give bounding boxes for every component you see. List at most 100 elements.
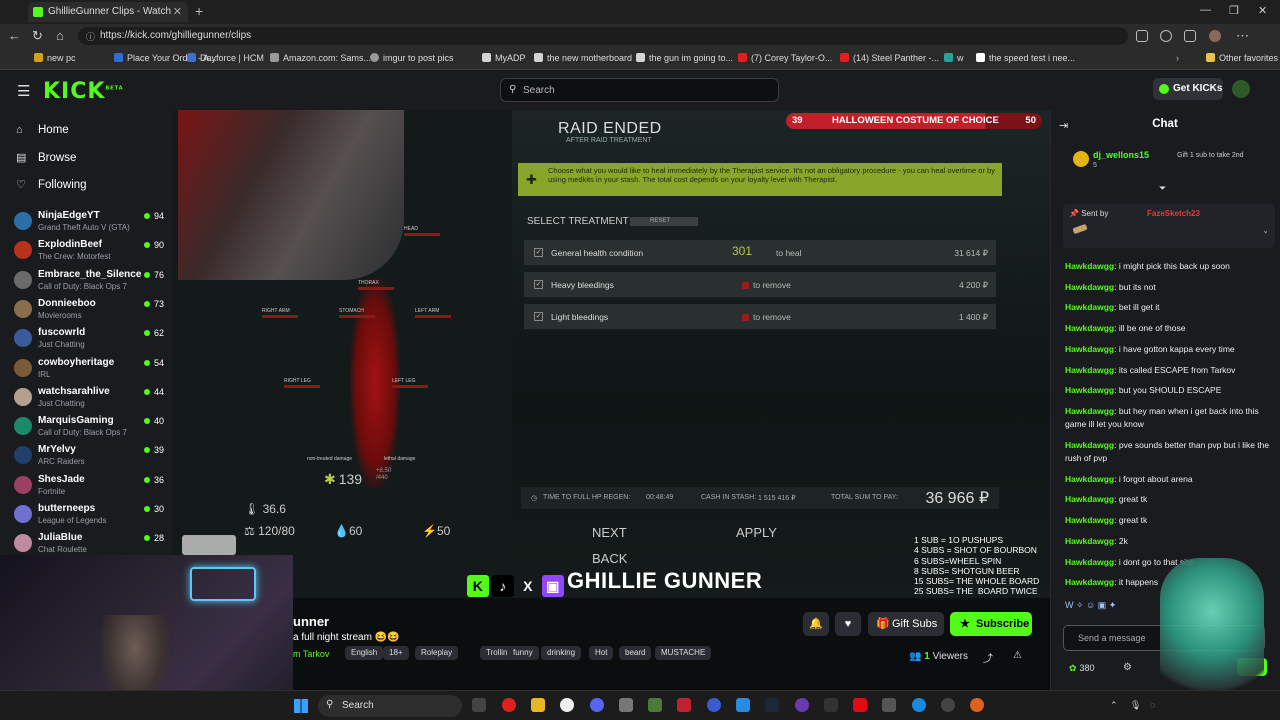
sidebar-channel[interactable]: Donnieeboo Movierooms 73	[14, 297, 164, 325]
reset-button[interactable]: RESET	[630, 217, 698, 226]
sidebar-item-following[interactable]: ♡ Following	[16, 178, 87, 191]
treatment-checkbox[interactable]: ✓	[534, 248, 543, 257]
task-view-icon[interactable]	[472, 698, 486, 712]
chat-username[interactable]: Hawkdawgg	[1065, 261, 1114, 271]
chat-username[interactable]: Hawkdawgg	[1065, 365, 1114, 375]
refresh-icon[interactable]: ↻	[32, 28, 43, 44]
stream-tag[interactable]: Roleplay	[415, 646, 459, 660]
user-avatar[interactable]	[1232, 80, 1250, 98]
channel-points[interactable]: ✿ 380	[1069, 663, 1095, 674]
sidebar-channel[interactable]: NinjaEdgeYT Grand Theft Auto V (GTA) 94	[14, 209, 164, 237]
chat-username[interactable]: Hawkdawgg	[1065, 494, 1114, 504]
chat-username[interactable]: Hawkdawgg	[1065, 282, 1114, 292]
chat-username[interactable]: Hawkdawgg	[1065, 323, 1114, 333]
chat-username[interactable]: Hawkdawgg	[1065, 474, 1114, 484]
sent-by-user[interactable]: FazeSketch23	[1147, 209, 1200, 218]
app-icon[interactable]	[970, 698, 984, 712]
browser-tab[interactable]: GhillieGunner Clips - Watch ✕	[28, 2, 188, 22]
file-explorer-icon[interactable]	[531, 698, 545, 712]
new-tab-icon[interactable]: +	[195, 3, 203, 19]
bookmark-item[interactable]: imgur to post pics	[370, 53, 454, 63]
apply-button[interactable]: APPLY	[736, 525, 777, 540]
chat-settings-icon[interactable]: ⚙	[1123, 662, 1132, 673]
sidebar-item-browse[interactable]: ▤ Browse	[16, 151, 76, 164]
settings-icon[interactable]	[1160, 30, 1172, 42]
tray-icon[interactable]: ◌	[1150, 700, 1155, 710]
tray-overflow-icon[interactable]: ⌃	[1110, 700, 1118, 711]
url-field[interactable]: ⓘ https://kick.com/ghilliegunner/clips	[78, 27, 1128, 45]
treatment-checkbox[interactable]: ✓	[534, 312, 543, 321]
app-icon[interactable]	[795, 698, 809, 712]
stream-tag[interactable]: MUSTACHE	[655, 646, 712, 660]
bookmark-item[interactable]: (7) Corey Taylor-O...	[738, 53, 832, 63]
kick-logo[interactable]: KICKBETA	[43, 79, 124, 104]
chat-username[interactable]: Hawkdawgg	[1065, 302, 1114, 312]
taskbar-search[interactable]: ⚲ Search	[318, 695, 462, 717]
home-button-icon[interactable]: ⌂	[56, 28, 64, 43]
treatment-row[interactable]: ✓ Heavy bleedings to remove 4 200 ₽	[524, 272, 996, 298]
bookmark-item[interactable]: new pc	[34, 53, 76, 63]
report-icon[interactable]: ⚠	[1013, 650, 1022, 661]
more-menu-icon[interactable]: ⋯	[1236, 28, 1249, 44]
sidebar-channel[interactable]: ShesJade Fortnite 36	[14, 473, 164, 501]
get-kicks-button[interactable]: Get KICKs	[1153, 78, 1223, 100]
streamer-name[interactable]: unner	[293, 614, 329, 629]
app-icon[interactable]	[882, 698, 896, 712]
sidebar-channel[interactable]: MrYelvy ARC Raiders 39	[14, 443, 164, 471]
stream-tag[interactable]: funny	[507, 646, 539, 660]
sidebar-item-home[interactable]: ⌂ Home	[16, 124, 69, 136]
menu-icon[interactable]: ☰	[17, 82, 30, 100]
share-icon[interactable]: ⤴	[983, 650, 993, 665]
close-window-icon[interactable]: ✕	[1258, 4, 1267, 17]
sidebar-channel[interactable]: cowboyheritage IRL 54	[14, 356, 164, 384]
minimize-icon[interactable]: —	[1200, 4, 1211, 16]
chat-username[interactable]: Hawkdawgg	[1065, 385, 1114, 395]
chat-username[interactable]: Hawkdawgg	[1065, 536, 1114, 546]
bookmark-item[interactable]: the speed test i nee...	[976, 53, 1075, 63]
bookmark-item[interactable]: Dayforce | HCM	[187, 53, 264, 63]
sidebar-channel[interactable]: watchsarahlive Just Chatting 44	[14, 385, 164, 413]
app-icon[interactable]	[736, 698, 750, 712]
bookmarks-overflow-icon[interactable]: ›	[1176, 53, 1179, 63]
back-arrow-icon[interactable]: ←	[8, 28, 21, 43]
restore-icon[interactable]: ❐	[1229, 4, 1239, 17]
sidebar-channel[interactable]: Embrace_the_Silence Call of Duty: Black O…	[14, 268, 164, 296]
chat-username[interactable]: Hawkdawgg	[1065, 406, 1114, 416]
treatment-row[interactable]: ✓ Light bleedings to remove 1 400 ₽	[524, 304, 996, 330]
back-button[interactable]: BACK	[592, 551, 627, 566]
chat-username[interactable]: Hawkdawgg	[1065, 515, 1114, 525]
gift-subs-button[interactable]: 🎁 Gift Subs	[868, 612, 944, 636]
chat-username[interactable]: Hawkdawgg	[1065, 557, 1114, 567]
windows-start-icon[interactable]	[294, 699, 308, 713]
extensions-icon[interactable]	[1136, 30, 1148, 42]
chat-username[interactable]: Hawkdawgg	[1065, 344, 1114, 354]
obs-icon[interactable]	[941, 698, 955, 712]
subscribe-button[interactable]: ★ Subscribe	[950, 612, 1032, 636]
minecraft-icon[interactable]	[648, 698, 662, 712]
bookmark-item[interactable]: Other favorites	[1206, 53, 1278, 63]
netflix-icon[interactable]	[853, 698, 867, 712]
stream-tag[interactable]: beard	[619, 646, 652, 660]
stream-tag[interactable]: English	[345, 646, 384, 660]
treatment-checkbox[interactable]: ✓	[534, 280, 543, 289]
steam-icon[interactable]	[765, 698, 779, 712]
bookmark-item[interactable]: w	[944, 53, 964, 63]
discord-icon[interactable]	[590, 698, 604, 712]
chrome-icon[interactable]	[560, 698, 574, 712]
gifter-name[interactable]: dj_wellons15	[1093, 150, 1149, 160]
collections-icon[interactable]	[1184, 30, 1196, 42]
sidebar-channel[interactable]: butterneeps League of Legends 30	[14, 502, 164, 530]
stream-category[interactable]: m Tarkov	[293, 649, 329, 659]
sidebar-channel[interactable]: fuscowrld Just Chatting 62	[14, 326, 164, 354]
bookmark-item[interactable]: (14) Steel Panther -...	[840, 53, 939, 63]
stream-tag[interactable]: 18+	[383, 646, 409, 660]
stream-tag[interactable]: drinking	[541, 646, 582, 660]
app-icon[interactable]	[707, 698, 721, 712]
search-input[interactable]: ⚲ Search	[500, 78, 779, 102]
filter-icon[interactable]: ⏷	[1159, 183, 1166, 194]
app-icon[interactable]	[619, 698, 633, 712]
treatment-row[interactable]: ✓ General health condition 301 to heal 3…	[524, 240, 996, 266]
close-tab-icon[interactable]: ✕	[173, 5, 182, 18]
follow-button[interactable]: ♥	[835, 612, 861, 636]
edge-icon[interactable]	[912, 698, 926, 712]
